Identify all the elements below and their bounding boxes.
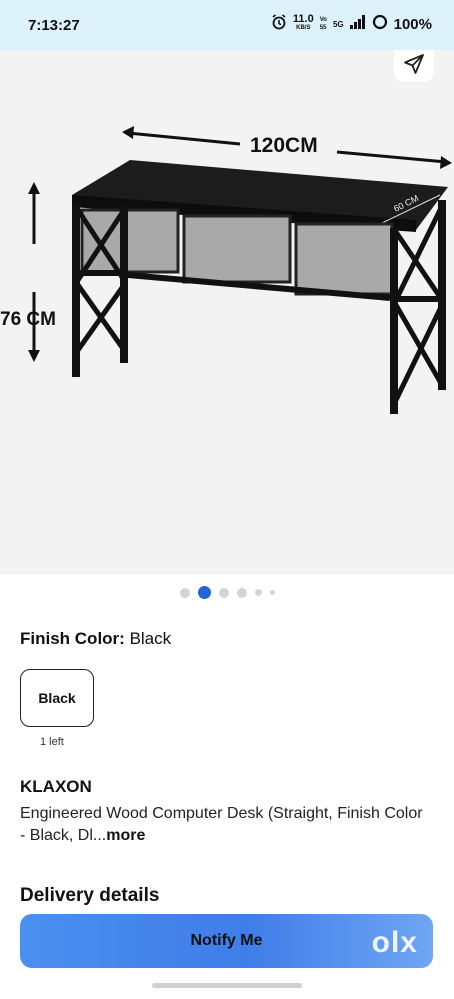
variant-option-black[interactable]: Black: [20, 669, 94, 727]
width-label: 120CM: [250, 134, 318, 157]
alarm-icon: [271, 14, 287, 34]
finish-color-label: Finish Color:: [20, 629, 125, 648]
carousel-dot[interactable]: [218, 587, 229, 598]
carousel-indicator: [0, 586, 454, 599]
finish-color-row: Finish Color: Black: [20, 629, 171, 649]
variant-option-label: Black: [38, 690, 76, 706]
battery-percent: 100%: [393, 15, 432, 33]
more-link[interactable]: more: [106, 827, 145, 844]
delivery-heading: Delivery details: [20, 885, 160, 906]
olx-watermark: olx: [371, 926, 418, 959]
carousel-dot[interactable]: [254, 589, 262, 596]
status-bar: 7:13:27 11.0 KB/S Vo 55 5G 100%: [0, 0, 454, 50]
product-title-text: Engineered Wood Computer Desk (Straight,…: [20, 805, 423, 844]
finish-color-value: Black: [129, 629, 172, 648]
desk-illustration: [28, 126, 452, 414]
volte-indicator: Vo 55: [319, 17, 327, 31]
status-time: 7:13:27: [28, 17, 80, 34]
home-indicator[interactable]: [152, 983, 302, 988]
carousel-dot[interactable]: [179, 587, 190, 598]
product-title: Engineered Wood Computer Desk (Straight,…: [20, 803, 430, 847]
signal-icon: [349, 15, 366, 33]
product-image-gallery[interactable]: 120CM 76 CM 60 CM: [0, 50, 454, 574]
status-icons: 11.0 KB/S Vo 55 5G 100%: [271, 14, 432, 34]
brand-name: KLAXON: [20, 777, 92, 796]
network-type: 5G: [332, 19, 344, 29]
network-speed: 11.0 KB/S: [292, 13, 314, 32]
height-label: 76 CM: [0, 309, 56, 330]
stock-note: 1 left: [40, 736, 64, 748]
carousel-dot-active[interactable]: [197, 586, 211, 599]
carousel-dot[interactable]: [236, 587, 247, 598]
battery-icon: [372, 14, 388, 34]
carousel-dot[interactable]: [269, 590, 275, 595]
notify-me-label: Notify Me: [190, 932, 263, 949]
